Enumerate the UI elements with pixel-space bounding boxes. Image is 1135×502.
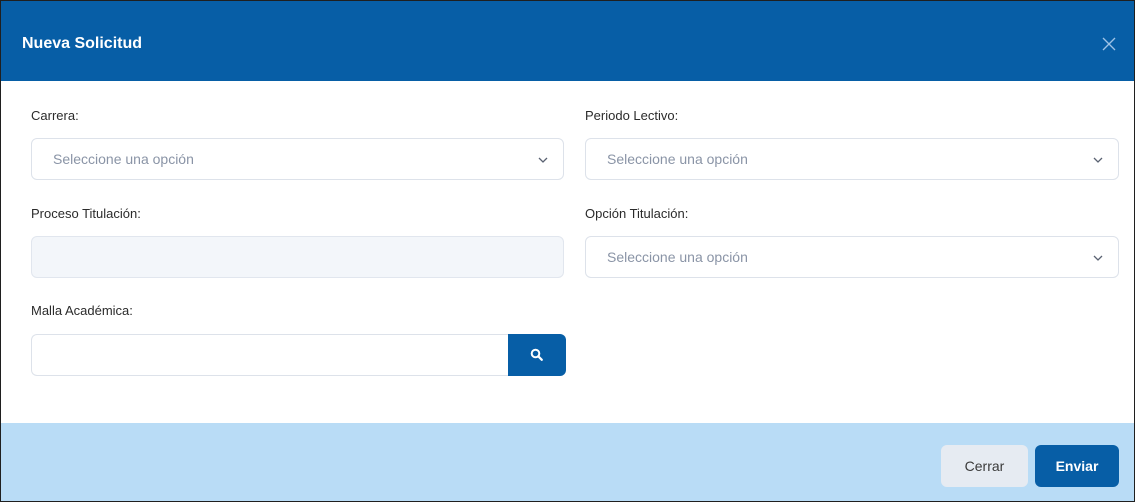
submit-button[interactable]: Enviar (1035, 445, 1119, 487)
modal-header: Nueva Solicitud (1, 1, 1134, 81)
close-icon (1102, 37, 1116, 51)
carrera-select[interactable]: Seleccione una opción (31, 138, 564, 180)
chevron-down-icon (1093, 157, 1103, 163)
close-button[interactable] (1098, 33, 1120, 55)
malla-search-button[interactable] (508, 334, 566, 376)
modal-footer: Cerrar Enviar (1, 423, 1134, 501)
proceso-titulacion-label: Proceso Titulación: (31, 206, 141, 221)
close-modal-button[interactable]: Cerrar (941, 445, 1028, 487)
malla-academica-label: Malla Académica: (31, 303, 133, 318)
opcion-titulacion-placeholder: Seleccione una opción (607, 249, 748, 265)
carrera-label: Carrera: (31, 108, 79, 123)
proceso-titulacion-field (31, 236, 564, 278)
opcion-titulacion-label: Opción Titulación: (585, 206, 689, 221)
malla-academica-input[interactable] (31, 334, 508, 376)
chevron-down-icon (1093, 255, 1103, 261)
chevron-down-icon (538, 157, 548, 163)
opcion-titulacion-select[interactable]: Seleccione una opción (585, 236, 1119, 278)
carrera-placeholder: Seleccione una opción (53, 151, 194, 167)
new-request-modal: Nueva Solicitud Carrera: Seleccione una … (0, 0, 1135, 502)
periodo-lectivo-label: Periodo Lectivo: (585, 108, 679, 123)
periodo-lectivo-placeholder: Seleccione una opción (607, 151, 748, 167)
modal-title: Nueva Solicitud (22, 35, 143, 52)
periodo-lectivo-select[interactable]: Seleccione una opción (585, 138, 1119, 180)
search-icon (530, 348, 543, 361)
